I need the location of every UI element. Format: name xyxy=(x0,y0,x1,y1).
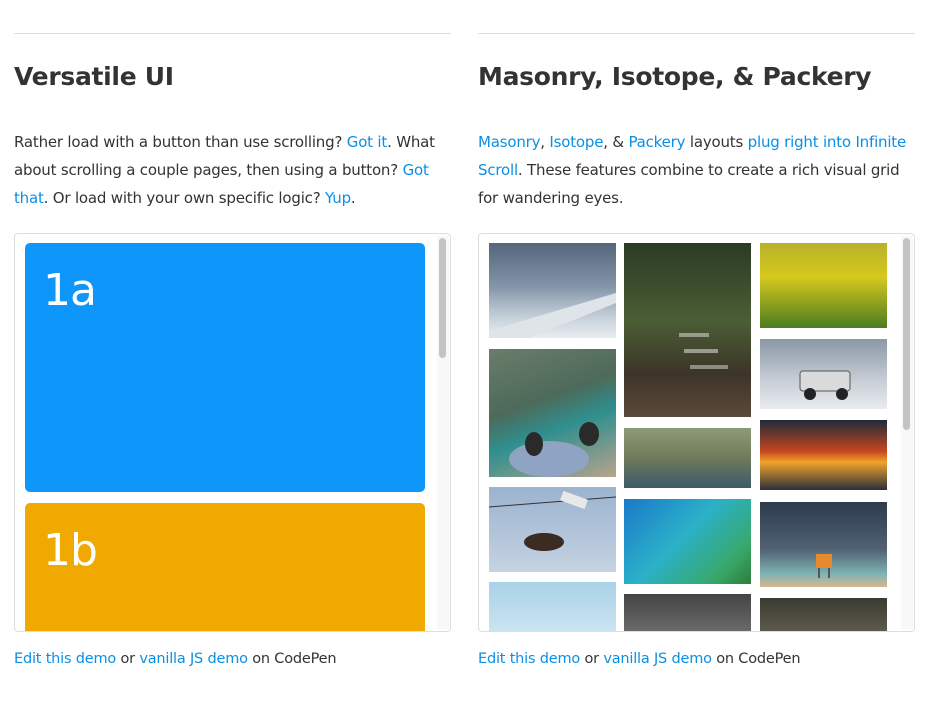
masonry-link[interactable]: Masonry xyxy=(478,133,540,151)
got-it-link[interactable]: Got it xyxy=(347,133,388,151)
photo-yellow-flowers[interactable] xyxy=(760,243,887,328)
panel-1a: 1a xyxy=(25,243,425,492)
panel-1b: 1b xyxy=(25,503,425,631)
scrollbar-thumb[interactable] xyxy=(439,238,446,358)
vanilla-js-demo-link[interactable]: vanilla JS demo xyxy=(603,651,712,667)
edit-demo-link[interactable]: Edit this demo xyxy=(478,651,580,667)
image-grid-scroll-container[interactable] xyxy=(478,233,915,632)
vanilla-js-demo-link[interactable]: vanilla JS demo xyxy=(139,651,248,667)
section-title: Versatile UI xyxy=(14,62,174,91)
photo-aqua-waves[interactable] xyxy=(624,499,751,584)
demo-footer: Edit this demo or vanilla JS demo on Cod… xyxy=(478,651,801,667)
photo-airplane-wing[interactable] xyxy=(489,243,616,338)
lifeguard-tower-image xyxy=(816,554,832,578)
photo-canyon-feet[interactable] xyxy=(489,349,616,477)
forest-steps-image xyxy=(679,333,728,369)
scrollbar[interactable] xyxy=(437,236,449,629)
demo-footer: Edit this demo or vanilla JS demo on Cod… xyxy=(14,651,337,667)
photo-grey-clouds[interactable] xyxy=(624,594,751,631)
photo-greenhouse[interactable] xyxy=(760,598,887,631)
demo-scroll-container[interactable]: 1a 1b xyxy=(14,233,451,632)
edit-demo-link[interactable]: Edit this demo xyxy=(14,651,116,667)
section-description: Rather load with a button than use scrol… xyxy=(14,133,435,207)
photo-hanging-shoes[interactable] xyxy=(489,487,616,572)
photo-jeep-snow[interactable] xyxy=(760,339,887,409)
section-divider xyxy=(14,33,451,34)
jeep-snow-image xyxy=(799,370,851,400)
yup-link[interactable]: Yup xyxy=(325,189,351,207)
isotope-link[interactable]: Isotope xyxy=(549,133,603,151)
photo-forest-steps[interactable] xyxy=(624,243,751,417)
section-title: Masonry, Isotope, & Packery xyxy=(478,62,872,91)
packery-link[interactable]: Packery xyxy=(628,133,685,151)
canyon-feet-image xyxy=(509,422,599,477)
section-divider xyxy=(478,33,915,34)
airplane-wing-image xyxy=(489,293,616,338)
scrollbar[interactable] xyxy=(901,236,913,629)
photo-lifeguard-tower[interactable] xyxy=(760,502,887,587)
photo-sky-building[interactable] xyxy=(489,582,616,631)
scrollbar-thumb[interactable] xyxy=(903,238,910,430)
photo-sunset-pier[interactable] xyxy=(760,420,887,490)
section-description: Masonry, Isotope, & Packery layouts plug… xyxy=(478,133,907,207)
hanging-shoes-image xyxy=(489,490,616,551)
photo-lakeside-crowd[interactable] xyxy=(624,428,751,488)
